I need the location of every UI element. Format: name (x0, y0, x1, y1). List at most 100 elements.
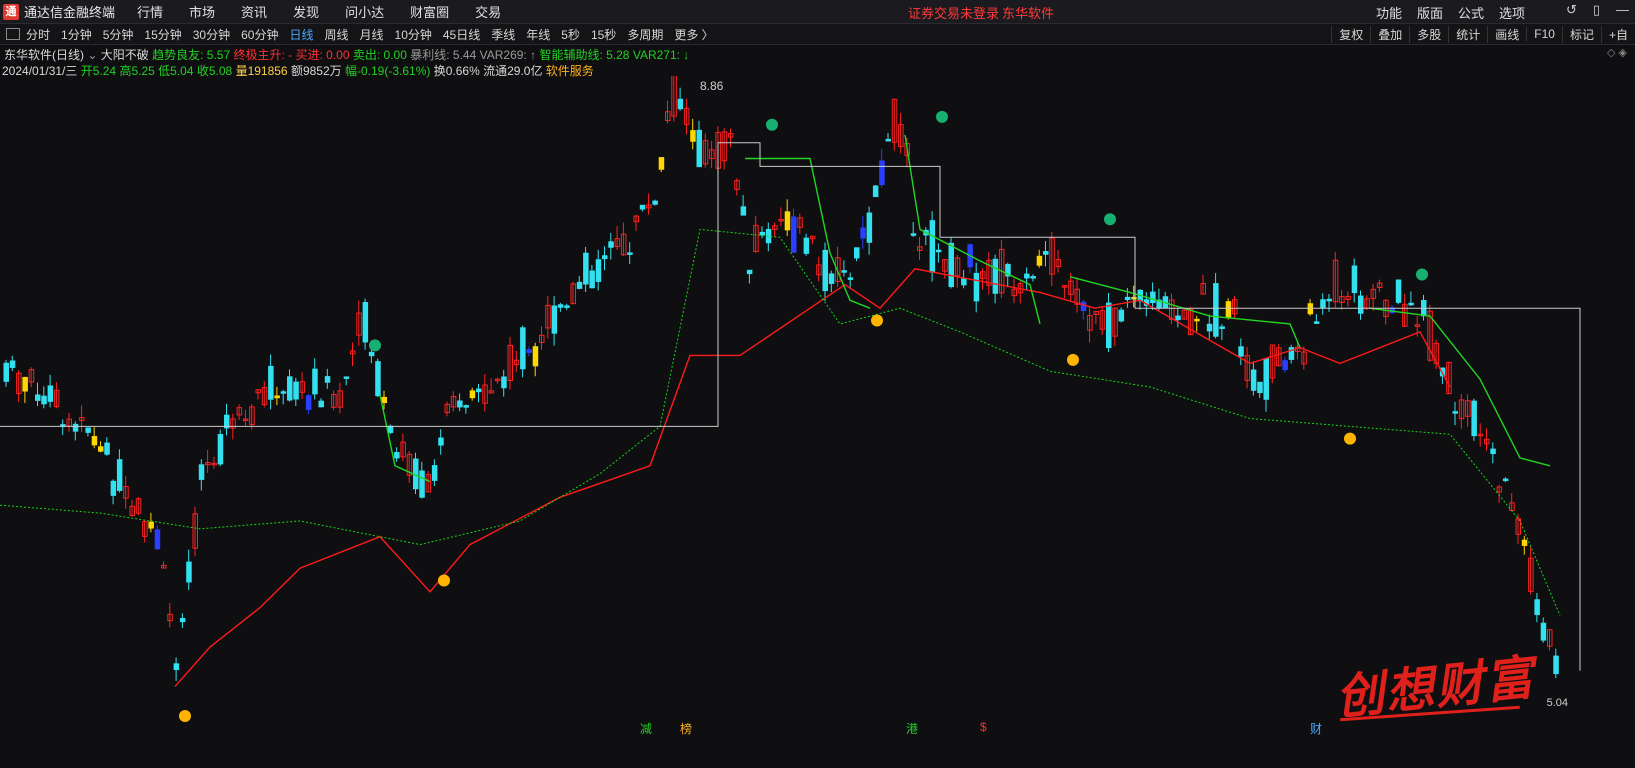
candle-body (1194, 318, 1200, 322)
main-menu: 行情 市场 资讯 发现 问小达 财富圈 交易 (137, 2, 527, 21)
menu-options[interactable]: 选项 (1499, 3, 1525, 22)
candle-body (293, 381, 299, 400)
period-tab[interactable]: 日线 (289, 26, 313, 43)
candle-body (368, 351, 375, 357)
buy-signal-icon (1067, 353, 1079, 366)
candle-body (1036, 255, 1043, 266)
minimize-icon[interactable]: — (1616, 2, 1629, 18)
candle-body (1080, 301, 1087, 312)
period-tabs: 分时 1分钟 5分钟 15分钟 30分钟 60分钟 日线 周线 月线 10分钟 45日线 季线 年线 5秒… (26, 26, 725, 43)
candle-body (1540, 622, 1547, 641)
menu-quotes[interactable]: 行情 (137, 2, 163, 21)
candle-body (746, 269, 753, 275)
formula-name[interactable]: 大阳不破 (101, 48, 149, 62)
period-tab[interactable]: 10分钟 (395, 26, 432, 43)
candle-body (116, 459, 123, 491)
candle-body (381, 396, 387, 404)
candle-body (992, 258, 999, 294)
candle-body (85, 427, 91, 433)
candle-body (72, 423, 79, 432)
tool-button[interactable]: 统计 (1448, 25, 1487, 43)
period-tab[interactable]: 60分钟 (241, 26, 278, 43)
period-tab[interactable]: 月线 (360, 26, 384, 43)
profit-line-value: 暴利线: 5.44 (410, 48, 477, 62)
candle-body (104, 442, 110, 455)
candle-body (287, 376, 293, 401)
candle-body (1106, 302, 1112, 349)
period-tab[interactable]: 5分钟 (103, 26, 134, 43)
candle-body (1351, 265, 1358, 294)
marker-bang[interactable]: 榜 (680, 720, 692, 737)
candle-body (564, 305, 570, 308)
low-price-label: 5.04 (1547, 697, 1568, 709)
menu-news[interactable]: 资讯 (241, 2, 267, 21)
panel-toggle-icon[interactable] (6, 28, 20, 40)
tool-button[interactable]: F10 (1526, 27, 1562, 41)
period-toolbar: 分时 1分钟 5分钟 15分钟 30分钟 60分钟 日线 周线 月线 10分钟 45日线 季线 年线 5秒… (0, 24, 1635, 45)
period-tab[interactable]: 多周期 (627, 26, 663, 43)
menu-functions[interactable]: 功能 (1376, 3, 1402, 22)
tool-button[interactable]: 叠加 (1370, 25, 1409, 43)
candle-body (1307, 303, 1314, 315)
marker-cai[interactable]: 财 (1310, 720, 1322, 737)
period-tab[interactable]: 年线 (526, 26, 550, 43)
candle-body (324, 376, 331, 383)
period-tab[interactable]: 季线 (491, 26, 515, 43)
tool-button[interactable]: 多股 (1409, 25, 1448, 43)
trend-value: 趋势良友: 5.57 (152, 48, 231, 62)
menu-trade[interactable]: 交易 (475, 2, 501, 21)
candle-body (1408, 302, 1414, 306)
tool-button[interactable]: 标记 (1561, 25, 1601, 43)
period-tab[interactable]: 5秒 (561, 26, 580, 43)
candle-body (98, 446, 104, 452)
period-tab[interactable]: 15秒 (591, 26, 616, 43)
menu-formula[interactable]: 公式 (1458, 3, 1484, 22)
buy-value: 买进: 0.00 (295, 48, 350, 62)
candle-body (557, 304, 564, 308)
period-tab[interactable]: 更多 〉 (674, 26, 713, 43)
period-tab[interactable]: 45日线 (443, 26, 480, 43)
candle-body (589, 270, 595, 289)
app-logo-icon: 通 (3, 3, 19, 20)
buy-signal-icon (1344, 432, 1356, 445)
candle-body (1131, 296, 1137, 300)
tool-button[interactable]: +自 (1600, 25, 1635, 43)
period-tab[interactable]: 15分钟 (144, 26, 181, 43)
candle-body (696, 129, 702, 168)
menu-market[interactable]: 市场 (189, 2, 215, 21)
menu-layout[interactable]: 版面 (1417, 3, 1443, 22)
marker-jian[interactable]: 减 (640, 720, 652, 737)
candle-body (866, 212, 873, 243)
chart-corner-icons[interactable]: ◇ ◈ (1607, 46, 1627, 59)
restore-icon[interactable]: ▯ (1593, 2, 1600, 18)
right-tools: 复权 叠加 多股 统计 画线 F10 标记 +自 (1331, 24, 1635, 44)
candle-body (318, 400, 324, 408)
menu-discover[interactable]: 发现 (293, 2, 319, 21)
menu-ask[interactable]: 问小达 (345, 2, 384, 21)
marker-dollar[interactable]: $ (980, 720, 987, 734)
menu-wealth[interactable]: 财富圈 (410, 2, 449, 21)
candle-body (419, 470, 425, 498)
period-tab[interactable]: 周线 (324, 26, 348, 43)
candle-body (1043, 251, 1049, 255)
candle-body (602, 255, 608, 260)
period-tab[interactable]: 30分钟 (193, 26, 230, 43)
resistance-line-green (379, 394, 431, 483)
period-tab[interactable]: 1分钟 (61, 26, 92, 43)
resistance-line-green (904, 134, 1041, 325)
sell-signal-icon (766, 118, 778, 131)
refresh-icon[interactable]: ↺ (1566, 2, 1577, 18)
marker-gang[interactable]: 港 (906, 720, 918, 737)
tool-button[interactable]: 复权 (1331, 25, 1370, 43)
candle-body (910, 233, 917, 236)
candle-body (1320, 299, 1326, 309)
candle-body (469, 390, 476, 399)
tool-button[interactable]: 画线 (1487, 25, 1526, 43)
candle-body (885, 138, 891, 142)
candle-body (658, 157, 665, 170)
period-tab[interactable]: 分时 (26, 26, 50, 43)
menu-bar: 通 通达信金融终端 行情 市场 资讯 发现 问小达 财富圈 交易 证券交易未登录… (0, 0, 1635, 24)
candle-body (22, 376, 28, 392)
collapse-icon[interactable]: ⌄ (87, 48, 97, 62)
login-notice[interactable]: 证券交易未登录 (908, 3, 999, 22)
